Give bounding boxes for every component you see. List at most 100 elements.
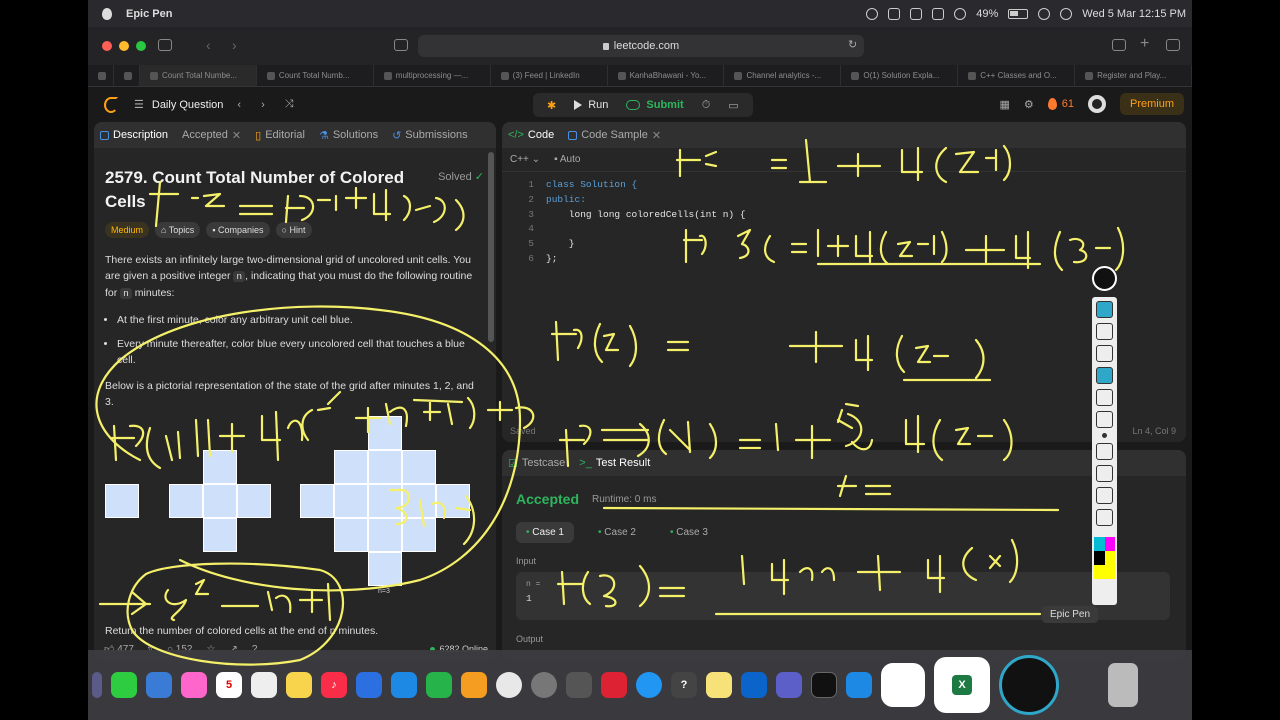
calendar-icon[interactable]: 5 xyxy=(216,672,242,698)
volume-icon[interactable] xyxy=(954,7,967,20)
music-icon[interactable]: ♪ xyxy=(321,672,347,698)
auto-mode[interactable]: ▪ Auto xyxy=(554,154,580,165)
list-icon[interactable]: ☰ xyxy=(134,98,144,111)
chatgpt-icon[interactable] xyxy=(881,663,925,707)
tabs-icon[interactable] xyxy=(1166,39,1180,51)
mail-icon[interactable] xyxy=(146,672,172,698)
epic-pen-logo-icon[interactable] xyxy=(1092,266,1117,291)
prev-problem-icon[interactable]: ‹ xyxy=(237,99,241,111)
tab-solutions[interactable]: ⚗ Solutions xyxy=(319,129,378,142)
browser-tab[interactable]: Count Total Numbe... xyxy=(140,65,257,86)
dock-app-icon[interactable] xyxy=(92,672,102,698)
hint-button[interactable]: ○ Hint xyxy=(275,222,312,238)
calculator-icon[interactable] xyxy=(566,672,592,698)
browser-tab[interactable]: (3) Feed | LinkedIn xyxy=(491,65,608,86)
help-icon[interactable]: ? xyxy=(671,672,697,698)
new-tab-icon[interactable]: + xyxy=(1140,35,1149,53)
battery-icon[interactable] xyxy=(1008,8,1029,19)
messages-icon[interactable] xyxy=(111,672,137,698)
chrome-icon[interactable] xyxy=(496,672,522,698)
tab-testcase[interactable]: ☑ Testcase xyxy=(508,457,565,470)
case-tab[interactable]: • Case 3 xyxy=(660,522,718,543)
keynote-icon[interactable] xyxy=(356,672,382,698)
trash-icon[interactable] xyxy=(1096,465,1113,482)
run-button[interactable]: Run xyxy=(566,93,616,117)
yellow-swatch[interactable] xyxy=(1104,551,1115,565)
shuffle-icon[interactable]: ⤨ xyxy=(285,98,294,111)
browser-tab[interactable]: KanhaBhawani - Yo... xyxy=(608,65,725,86)
premium-button[interactable]: Premium xyxy=(1119,93,1184,115)
undo-icon[interactable] xyxy=(1096,443,1113,460)
gear-icon[interactable]: ⚙ xyxy=(1024,98,1034,111)
companies-button[interactable]: ▪ Companies xyxy=(206,222,270,238)
tab-overview-icon[interactable] xyxy=(394,39,408,51)
address-bar[interactable]: leetcode.com xyxy=(418,35,864,57)
eraser-icon[interactable] xyxy=(1096,367,1113,384)
reload-icon[interactable]: ↻ xyxy=(848,38,857,51)
share-icon[interactable] xyxy=(1112,39,1126,51)
browser-tab[interactable]: multiprocessing —... xyxy=(374,65,491,86)
notes-icon[interactable] xyxy=(286,672,312,698)
scrollbar[interactable] xyxy=(488,152,494,342)
magenta-swatch[interactable] xyxy=(1104,537,1115,551)
topics-button[interactable]: ⌂ Topics xyxy=(155,222,201,238)
pdf-icon[interactable] xyxy=(601,672,627,698)
eye-icon[interactable] xyxy=(1096,301,1113,318)
epic-pen-dock-icon[interactable] xyxy=(999,655,1059,715)
debug-button[interactable]: ✱ xyxy=(539,93,564,117)
browser-tab[interactable]: Channel analytics -... xyxy=(724,65,842,86)
pinned-tab-1[interactable] xyxy=(88,65,114,86)
forward-icon[interactable]: › xyxy=(232,37,237,53)
pages-icon[interactable] xyxy=(461,672,487,698)
problem-title[interactable]: 2579. Count Total Number of Colored Cell… xyxy=(105,166,405,214)
terminal-icon[interactable] xyxy=(811,672,837,698)
highlighter-icon[interactable] xyxy=(1096,411,1113,428)
cyan-swatch[interactable] xyxy=(1094,537,1105,551)
numbers-icon[interactable] xyxy=(426,672,452,698)
zoom-window-button[interactable] xyxy=(136,41,146,51)
wifi-icon[interactable] xyxy=(1038,7,1051,20)
daily-question-link[interactable]: Daily Question xyxy=(152,99,224,111)
streak[interactable]: 61 xyxy=(1047,98,1074,110)
minimize-window-button[interactable] xyxy=(119,41,129,51)
case-tab[interactable]: • Case 2 xyxy=(588,522,646,543)
marker-icon[interactable] xyxy=(1096,389,1113,406)
outlook-icon[interactable] xyxy=(741,672,767,698)
safari-icon[interactable] xyxy=(636,672,662,698)
next-problem-icon[interactable]: › xyxy=(261,99,265,111)
notes-button[interactable]: ▭ xyxy=(720,93,746,117)
black-swatch[interactable] xyxy=(1094,551,1105,565)
shield-icon[interactable] xyxy=(888,7,901,20)
excel-icon[interactable]: X xyxy=(934,657,990,713)
apple-icon[interactable] xyxy=(102,7,112,20)
browser-tab[interactable]: C++ Classes and O... xyxy=(958,65,1076,86)
close-window-button[interactable] xyxy=(102,41,112,51)
language-select[interactable]: C++ ⌄ xyxy=(510,154,540,165)
case-tab[interactable]: • Case 1 xyxy=(516,522,574,543)
clock[interactable]: Wed 5 Mar 12:15 PM xyxy=(1082,8,1186,20)
avatar[interactable] xyxy=(1087,95,1106,113)
record-icon[interactable] xyxy=(866,7,879,20)
pinned-tab-2[interactable] xyxy=(114,65,140,86)
cursor-icon[interactable] xyxy=(1096,323,1113,340)
camera-icon[interactable] xyxy=(1096,509,1113,526)
app-name[interactable]: Epic Pen xyxy=(126,8,172,20)
tab-accepted[interactable]: Accepted ✕ xyxy=(182,129,241,142)
brush-size-icon[interactable] xyxy=(1102,433,1107,438)
browser-tab[interactable]: Count Total Numb... xyxy=(257,65,374,86)
browser-tab[interactable]: O(1) Solution Expla... xyxy=(841,65,959,86)
system-settings-icon[interactable] xyxy=(531,672,557,698)
active-color-swatch[interactable] xyxy=(1094,565,1115,579)
tab-test-result[interactable]: >_ Test Result xyxy=(579,457,650,469)
close-icon[interactable]: ✕ xyxy=(232,129,241,142)
icloud-icon[interactable] xyxy=(391,672,417,698)
reminders-icon[interactable] xyxy=(251,672,277,698)
whiteboard-icon[interactable] xyxy=(1096,487,1113,504)
submit-button[interactable]: Submit xyxy=(618,93,691,117)
stack-icon[interactable] xyxy=(1108,663,1138,707)
tab-code[interactable]: </> Code xyxy=(508,129,554,141)
tab-editorial[interactable]: ▯ Editorial xyxy=(255,129,305,142)
layout-icon[interactable]: ▦ xyxy=(999,98,1009,111)
teams-icon[interactable] xyxy=(776,672,802,698)
timer-button[interactable]: ⏱ xyxy=(694,93,719,117)
